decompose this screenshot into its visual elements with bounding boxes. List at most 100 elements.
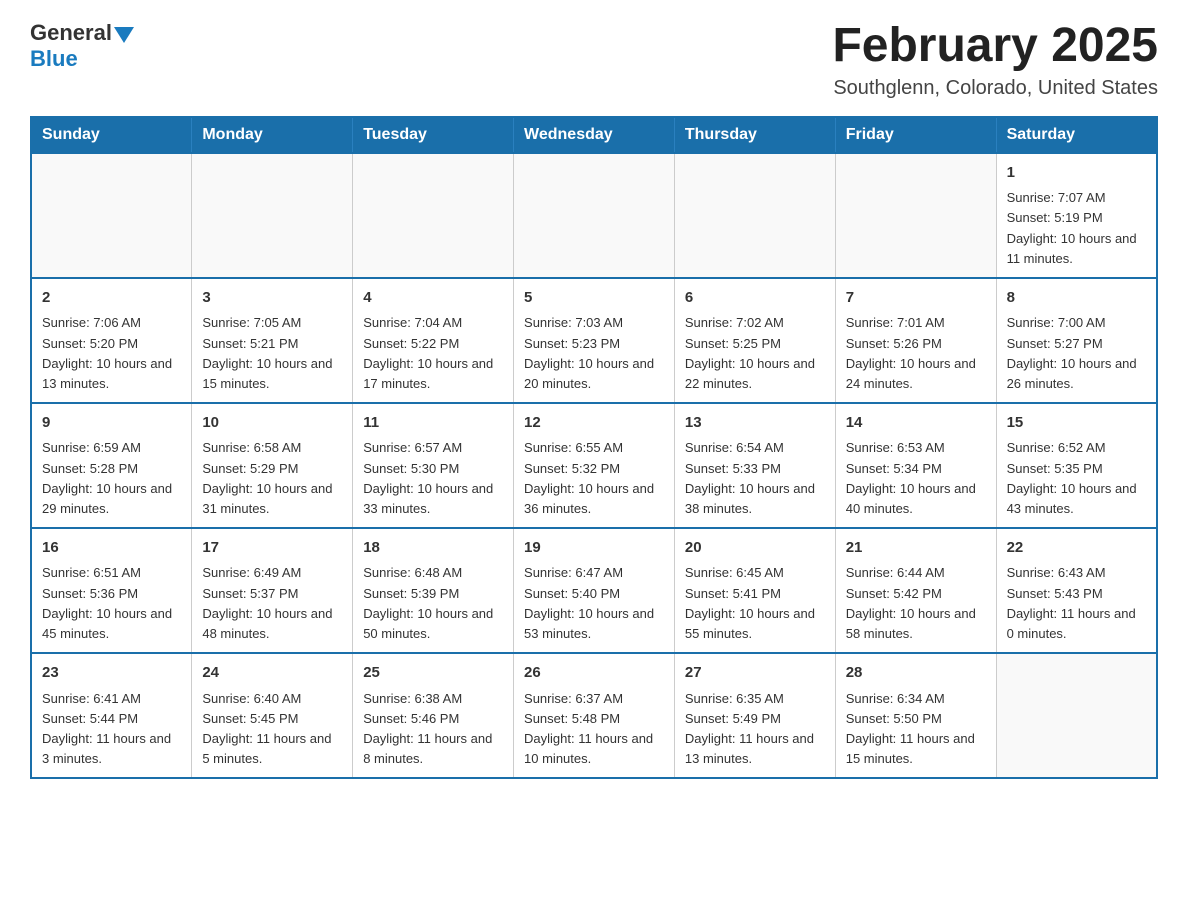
calendar-cell: 11 Sunrise: 6:57 AM Sunset: 5:30 PM Dayli… [353, 403, 514, 528]
day-info: Sunrise: 6:41 AM Sunset: 5:44 PM Dayligh… [42, 689, 181, 770]
location-subtitle: Southglenn, Colorado, United States [832, 77, 1158, 100]
calendar-cell: 16 Sunrise: 6:51 AM Sunset: 5:36 PM Dayli… [31, 528, 192, 653]
day-number: 1 [1007, 162, 1146, 185]
header-title-area: February 2025 Southglenn, Colorado, Unit… [832, 20, 1158, 100]
calendar-cell: 10 Sunrise: 6:58 AM Sunset: 5:29 PM Dayli… [192, 403, 353, 528]
day-number: 17 [202, 537, 342, 560]
calendar-week-3: 16 Sunrise: 6:51 AM Sunset: 5:36 PM Dayli… [31, 528, 1157, 653]
day-info: Sunrise: 6:37 AM Sunset: 5:48 PM Dayligh… [524, 689, 664, 770]
day-number: 16 [42, 537, 181, 560]
day-info: Sunrise: 7:06 AM Sunset: 5:20 PM Dayligh… [42, 313, 181, 394]
day-number: 10 [202, 412, 342, 435]
day-info: Sunrise: 7:03 AM Sunset: 5:23 PM Dayligh… [524, 313, 664, 394]
day-info: Sunrise: 6:44 AM Sunset: 5:42 PM Dayligh… [846, 563, 986, 644]
day-info: Sunrise: 6:34 AM Sunset: 5:50 PM Dayligh… [846, 689, 986, 770]
day-info: Sunrise: 6:47 AM Sunset: 5:40 PM Dayligh… [524, 563, 664, 644]
calendar-cell [674, 153, 835, 278]
weekday-header-friday: Friday [835, 117, 996, 153]
day-number: 26 [524, 662, 664, 685]
calendar-cell [192, 153, 353, 278]
day-info: Sunrise: 6:54 AM Sunset: 5:33 PM Dayligh… [685, 438, 825, 519]
day-info: Sunrise: 6:57 AM Sunset: 5:30 PM Dayligh… [363, 438, 503, 519]
day-info: Sunrise: 7:04 AM Sunset: 5:22 PM Dayligh… [363, 313, 503, 394]
calendar-week-4: 23 Sunrise: 6:41 AM Sunset: 5:44 PM Dayli… [31, 653, 1157, 778]
day-info: Sunrise: 6:58 AM Sunset: 5:29 PM Dayligh… [202, 438, 342, 519]
day-number: 13 [685, 412, 825, 435]
calendar-cell: 14Sunrise: 6:53 AM Sunset: 5:34 PM Dayli… [835, 403, 996, 528]
day-number: 28 [846, 662, 986, 685]
day-info: Sunrise: 7:01 AM Sunset: 5:26 PM Dayligh… [846, 313, 986, 394]
calendar-cell: 21 Sunrise: 6:44 AM Sunset: 5:42 PM Dayli… [835, 528, 996, 653]
logo-general-text: General [30, 20, 112, 46]
calendar-cell: 17Sunrise: 6:49 AM Sunset: 5:37 PM Dayli… [192, 528, 353, 653]
calendar-cell [996, 653, 1157, 778]
calendar-cell: 15 Sunrise: 6:52 AM Sunset: 5:35 PM Dayli… [996, 403, 1157, 528]
day-number: 25 [363, 662, 503, 685]
weekday-header-monday: Monday [192, 117, 353, 153]
calendar-cell: 3Sunrise: 7:05 AM Sunset: 5:21 PM Daylig… [192, 278, 353, 403]
month-title: February 2025 [832, 20, 1158, 73]
day-number: 19 [524, 537, 664, 560]
day-number: 15 [1007, 412, 1146, 435]
calendar-body: 1 Sunrise: 7:07 AM Sunset: 5:19 PM Daylig… [31, 153, 1157, 778]
calendar-cell: 2 Sunrise: 7:06 AM Sunset: 5:20 PM Daylig… [31, 278, 192, 403]
day-number: 27 [685, 662, 825, 685]
day-info: Sunrise: 7:00 AM Sunset: 5:27 PM Dayligh… [1007, 313, 1146, 394]
day-number: 2 [42, 287, 181, 310]
calendar-cell: 18 Sunrise: 6:48 AM Sunset: 5:39 PM Dayli… [353, 528, 514, 653]
calendar-table: SundayMondayTuesdayWednesdayThursdayFrid… [30, 116, 1158, 779]
calendar-cell [31, 153, 192, 278]
calendar-cell: 9Sunrise: 6:59 AM Sunset: 5:28 PM Daylig… [31, 403, 192, 528]
calendar-cell: 6Sunrise: 7:02 AM Sunset: 5:25 PM Daylig… [674, 278, 835, 403]
day-number: 7 [846, 287, 986, 310]
day-info: Sunrise: 6:52 AM Sunset: 5:35 PM Dayligh… [1007, 438, 1146, 519]
calendar-cell: 4 Sunrise: 7:04 AM Sunset: 5:22 PM Daylig… [353, 278, 514, 403]
day-info: Sunrise: 6:45 AM Sunset: 5:41 PM Dayligh… [685, 563, 825, 644]
day-number: 4 [363, 287, 503, 310]
logo: General Blue [30, 20, 134, 72]
day-info: Sunrise: 6:48 AM Sunset: 5:39 PM Dayligh… [363, 563, 503, 644]
calendar-cell: 7 Sunrise: 7:01 AM Sunset: 5:26 PM Daylig… [835, 278, 996, 403]
day-number: 8 [1007, 287, 1146, 310]
calendar-cell: 20 Sunrise: 6:45 AM Sunset: 5:41 PM Dayli… [674, 528, 835, 653]
day-number: 3 [202, 287, 342, 310]
day-number: 20 [685, 537, 825, 560]
day-info: Sunrise: 6:59 AM Sunset: 5:28 PM Dayligh… [42, 438, 181, 519]
weekday-header-saturday: Saturday [996, 117, 1157, 153]
calendar-cell: 24 Sunrise: 6:40 AM Sunset: 5:45 PM Dayli… [192, 653, 353, 778]
day-number: 5 [524, 287, 664, 310]
day-info: Sunrise: 6:51 AM Sunset: 5:36 PM Dayligh… [42, 563, 181, 644]
day-info: Sunrise: 6:43 AM Sunset: 5:43 PM Dayligh… [1007, 563, 1146, 644]
calendar-cell: 28 Sunrise: 6:34 AM Sunset: 5:50 PM Dayli… [835, 653, 996, 778]
calendar-cell [835, 153, 996, 278]
calendar-week-0: 1 Sunrise: 7:07 AM Sunset: 5:19 PM Daylig… [31, 153, 1157, 278]
calendar-cell: 1 Sunrise: 7:07 AM Sunset: 5:19 PM Daylig… [996, 153, 1157, 278]
day-number: 24 [202, 662, 342, 685]
calendar-cell: 13 Sunrise: 6:54 AM Sunset: 5:33 PM Dayli… [674, 403, 835, 528]
weekday-header-wednesday: Wednesday [514, 117, 675, 153]
calendar-header: SundayMondayTuesdayWednesdayThursdayFrid… [31, 117, 1157, 153]
logo-triangle-icon [114, 27, 134, 43]
day-info: Sunrise: 7:07 AM Sunset: 5:19 PM Dayligh… [1007, 188, 1146, 269]
calendar-cell [514, 153, 675, 278]
weekday-header-row: SundayMondayTuesdayWednesdayThursdayFrid… [31, 117, 1157, 153]
calendar-cell: 27Sunrise: 6:35 AM Sunset: 5:49 PM Dayli… [674, 653, 835, 778]
day-info: Sunrise: 6:55 AM Sunset: 5:32 PM Dayligh… [524, 438, 664, 519]
page-header: General Blue February 2025 Southglenn, C… [30, 20, 1158, 100]
day-number: 21 [846, 537, 986, 560]
calendar-cell: 12 Sunrise: 6:55 AM Sunset: 5:32 PM Dayli… [514, 403, 675, 528]
calendar-cell: 8 Sunrise: 7:00 AM Sunset: 5:27 PM Daylig… [996, 278, 1157, 403]
day-number: 12 [524, 412, 664, 435]
day-number: 14 [846, 412, 986, 435]
weekday-header-thursday: Thursday [674, 117, 835, 153]
day-info: Sunrise: 7:02 AM Sunset: 5:25 PM Dayligh… [685, 313, 825, 394]
calendar-cell [353, 153, 514, 278]
calendar-cell: 25Sunrise: 6:38 AM Sunset: 5:46 PM Dayli… [353, 653, 514, 778]
day-info: Sunrise: 6:40 AM Sunset: 5:45 PM Dayligh… [202, 689, 342, 770]
day-number: 11 [363, 412, 503, 435]
calendar-cell: 5 Sunrise: 7:03 AM Sunset: 5:23 PM Daylig… [514, 278, 675, 403]
day-number: 23 [42, 662, 181, 685]
calendar-cell: 23 Sunrise: 6:41 AM Sunset: 5:44 PM Dayli… [31, 653, 192, 778]
calendar-week-2: 9Sunrise: 6:59 AM Sunset: 5:28 PM Daylig… [31, 403, 1157, 528]
day-number: 18 [363, 537, 503, 560]
